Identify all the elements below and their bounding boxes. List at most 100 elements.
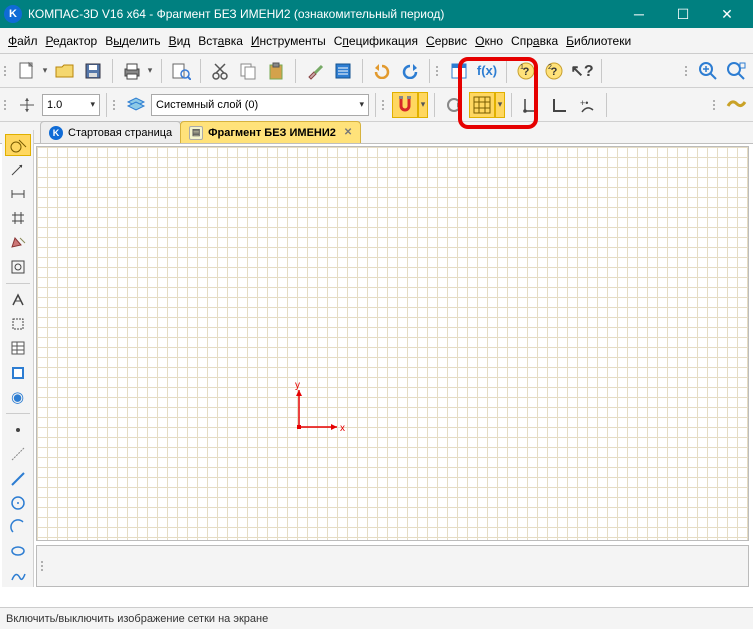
status-bar: Включить/выключить изображение сетки на … (0, 607, 753, 629)
toolbar-grip[interactable] (4, 58, 10, 84)
toolbar-grip-3[interactable] (685, 58, 691, 84)
geometry-tool[interactable] (5, 134, 31, 156)
app-icon: K (4, 5, 22, 23)
chevron-down-icon: ▾ (355, 99, 364, 110)
toolbar-grip-5[interactable] (113, 92, 119, 118)
menu-select[interactable]: Выделить (103, 32, 162, 50)
scale-step-button[interactable] (14, 92, 40, 118)
menu-insert[interactable]: Вставка (196, 32, 245, 50)
insert-view-tool[interactable]: ◉ (5, 386, 31, 408)
undo-button[interactable] (369, 58, 395, 84)
drawing-canvas[interactable]: x y (36, 146, 749, 541)
menu-window[interactable]: Окно (473, 32, 505, 50)
svg-text:?: ? (523, 66, 530, 78)
arrow-tool[interactable] (5, 158, 31, 180)
svg-text:1: 1 (520, 64, 524, 71)
rebuild-button[interactable] (441, 92, 467, 118)
zoom-in-button[interactable] (695, 58, 721, 84)
menu-edit[interactable]: Редактор (44, 32, 100, 50)
aux-line-tool[interactable] (5, 443, 31, 465)
menu-tools[interactable]: Инструменты (249, 32, 328, 50)
toolbar-grip-2[interactable] (436, 58, 442, 84)
paste-button[interactable] (263, 58, 289, 84)
menu-help[interactable]: Справка (509, 32, 560, 50)
svg-text:y: y (295, 382, 300, 391)
tab-close-button[interactable]: ✕ (341, 127, 352, 138)
select-tool[interactable] (5, 313, 31, 335)
tab-fragment[interactable]: ▤ Фрагмент БЕЗ ИМЕНИ2 ✕ (180, 121, 361, 143)
tab-fragment-label: Фрагмент БЕЗ ИМЕНИ2 (208, 127, 336, 139)
toolbar-main: ▾ ▾ f(x) ?1 ?2 ↖? (0, 54, 753, 88)
line-tool[interactable] (5, 468, 31, 490)
document-icon: ▤ (189, 126, 203, 140)
grid-button[interactable] (469, 92, 495, 118)
arc-tool[interactable] (5, 516, 31, 538)
layers-button[interactable] (123, 92, 149, 118)
maximize-button[interactable]: ☐ (661, 0, 705, 28)
print-button[interactable] (119, 58, 145, 84)
snap-button[interactable] (392, 92, 418, 118)
toolbar-grip-4[interactable] (4, 92, 10, 118)
rounding-button[interactable]: +• (574, 92, 600, 118)
circle-tool[interactable] (5, 492, 31, 514)
help2-button[interactable]: ?2 (541, 58, 567, 84)
local-cs-button[interactable] (518, 92, 544, 118)
svg-text:2: 2 (548, 64, 552, 71)
layer-combo[interactable]: Системный слой (0) ▾ (151, 94, 369, 116)
left-toolbar: ◉ (2, 130, 34, 587)
menu-view[interactable]: Вид (167, 32, 193, 50)
brush-button[interactable] (302, 58, 328, 84)
new-button[interactable] (14, 58, 40, 84)
origin-axes: x y (289, 382, 349, 442)
new-dropdown[interactable]: ▾ (40, 58, 50, 84)
point-tool[interactable] (5, 419, 31, 441)
print-dropdown[interactable]: ▾ (145, 58, 155, 84)
panel-grip[interactable] (41, 553, 47, 579)
tab-start-label: Стартовая страница (68, 127, 172, 139)
close-button[interactable]: ✕ (705, 0, 749, 28)
save-button[interactable] (80, 58, 106, 84)
toolbar-secondary: 1.0 ▾ Системный слой (0) ▾ ▾ ▾ +• (0, 88, 753, 122)
copy-button[interactable] (235, 58, 261, 84)
redo-button[interactable] (397, 58, 423, 84)
scale-value: 1.0 (47, 99, 62, 111)
menu-libs[interactable]: Библиотеки (564, 32, 633, 50)
kompas-icon: K (49, 126, 63, 140)
properties-button[interactable] (330, 58, 356, 84)
styles-button[interactable] (723, 92, 749, 118)
menu-service[interactable]: Сервис (424, 32, 469, 50)
reports-tool[interactable] (5, 361, 31, 383)
toolbar-grip-6[interactable] (382, 92, 388, 118)
edit-tool[interactable] (5, 231, 31, 253)
open-button[interactable] (52, 58, 78, 84)
toolbar-grip-7[interactable] (713, 92, 719, 118)
property-panel (36, 545, 749, 587)
cut-button[interactable] (207, 58, 233, 84)
minimize-button[interactable]: ─ (617, 0, 661, 28)
zoom-fit-button[interactable] (723, 58, 749, 84)
scale-combo[interactable]: 1.0 ▾ (42, 94, 100, 116)
ortho-button[interactable] (546, 92, 572, 118)
grid-dropdown[interactable]: ▾ (495, 92, 505, 118)
variables-button[interactable]: f(x) (474, 58, 500, 84)
spec-tool[interactable] (5, 337, 31, 359)
window-title: КОМПАС-3D V16 x64 - Фрагмент БЕЗ ИМЕНИ2 … (28, 7, 617, 21)
parameters-tool[interactable] (5, 255, 31, 277)
measure-tool[interactable] (5, 289, 31, 311)
chevron-down-icon: ▾ (86, 99, 95, 110)
document-tabs: K Стартовая страница ▤ Фрагмент БЕЗ ИМЕН… (0, 122, 753, 144)
manager-button[interactable] (446, 58, 472, 84)
snap-dropdown[interactable]: ▾ (418, 92, 428, 118)
grid-tool[interactable] (5, 207, 31, 229)
svg-text:+•: +• (580, 98, 588, 108)
print-preview-button[interactable] (168, 58, 194, 84)
menu-file[interactable]: ФФайлайл (6, 32, 40, 50)
spline-tool[interactable] (5, 565, 31, 587)
menu-spec[interactable]: Спецификация (332, 32, 420, 50)
tab-start-page[interactable]: K Стартовая страница (40, 121, 181, 143)
ellipse-tool[interactable] (5, 540, 31, 562)
help1-button[interactable]: ?1 (513, 58, 539, 84)
dimension-tool[interactable] (5, 183, 31, 205)
svg-text:?: ? (551, 66, 558, 78)
context-help-button[interactable]: ↖? (569, 58, 595, 84)
